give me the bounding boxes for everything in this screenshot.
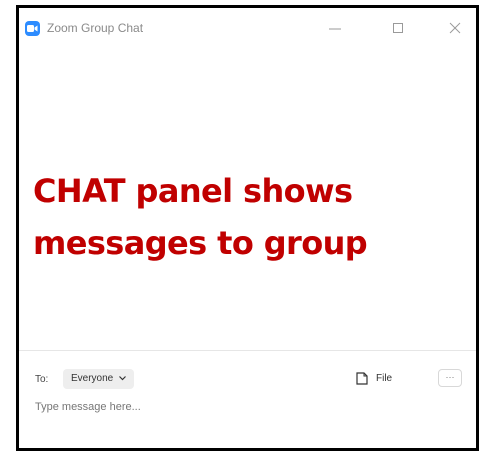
recipient-value: Everyone [71, 373, 114, 384]
more-options-button[interactable]: ··· [438, 369, 462, 387]
annotation-line-1: CHAT panel shows [33, 172, 353, 210]
recipient-dropdown[interactable]: Everyone [63, 369, 135, 389]
to-label: To: [35, 374, 49, 385]
chevron-down-icon [119, 375, 126, 381]
title-bar: Zoom Group Chat [19, 8, 476, 54]
zoom-group-chat-window: Zoom Group Chat CHAT panel shows message… [16, 5, 479, 451]
minimize-icon [329, 28, 341, 30]
close-icon [449, 22, 461, 34]
zoom-icon [25, 21, 40, 36]
file-button[interactable]: File [356, 370, 392, 388]
more-options-icon: ··· [445, 372, 455, 382]
maximize-icon [393, 23, 403, 33]
annotation-line-2: messages to group [33, 224, 368, 262]
annotation-callout: CHAT panel shows messages to group [33, 165, 463, 269]
file-label: File [376, 373, 393, 384]
message-composer: To: Everyone File ··· [19, 350, 476, 448]
minimize-button[interactable] [324, 18, 346, 38]
file-icon [356, 372, 368, 385]
maximize-button[interactable] [387, 18, 409, 38]
message-input[interactable] [33, 396, 457, 418]
window-title: Zoom Group Chat [47, 21, 144, 35]
close-button[interactable] [444, 18, 466, 38]
